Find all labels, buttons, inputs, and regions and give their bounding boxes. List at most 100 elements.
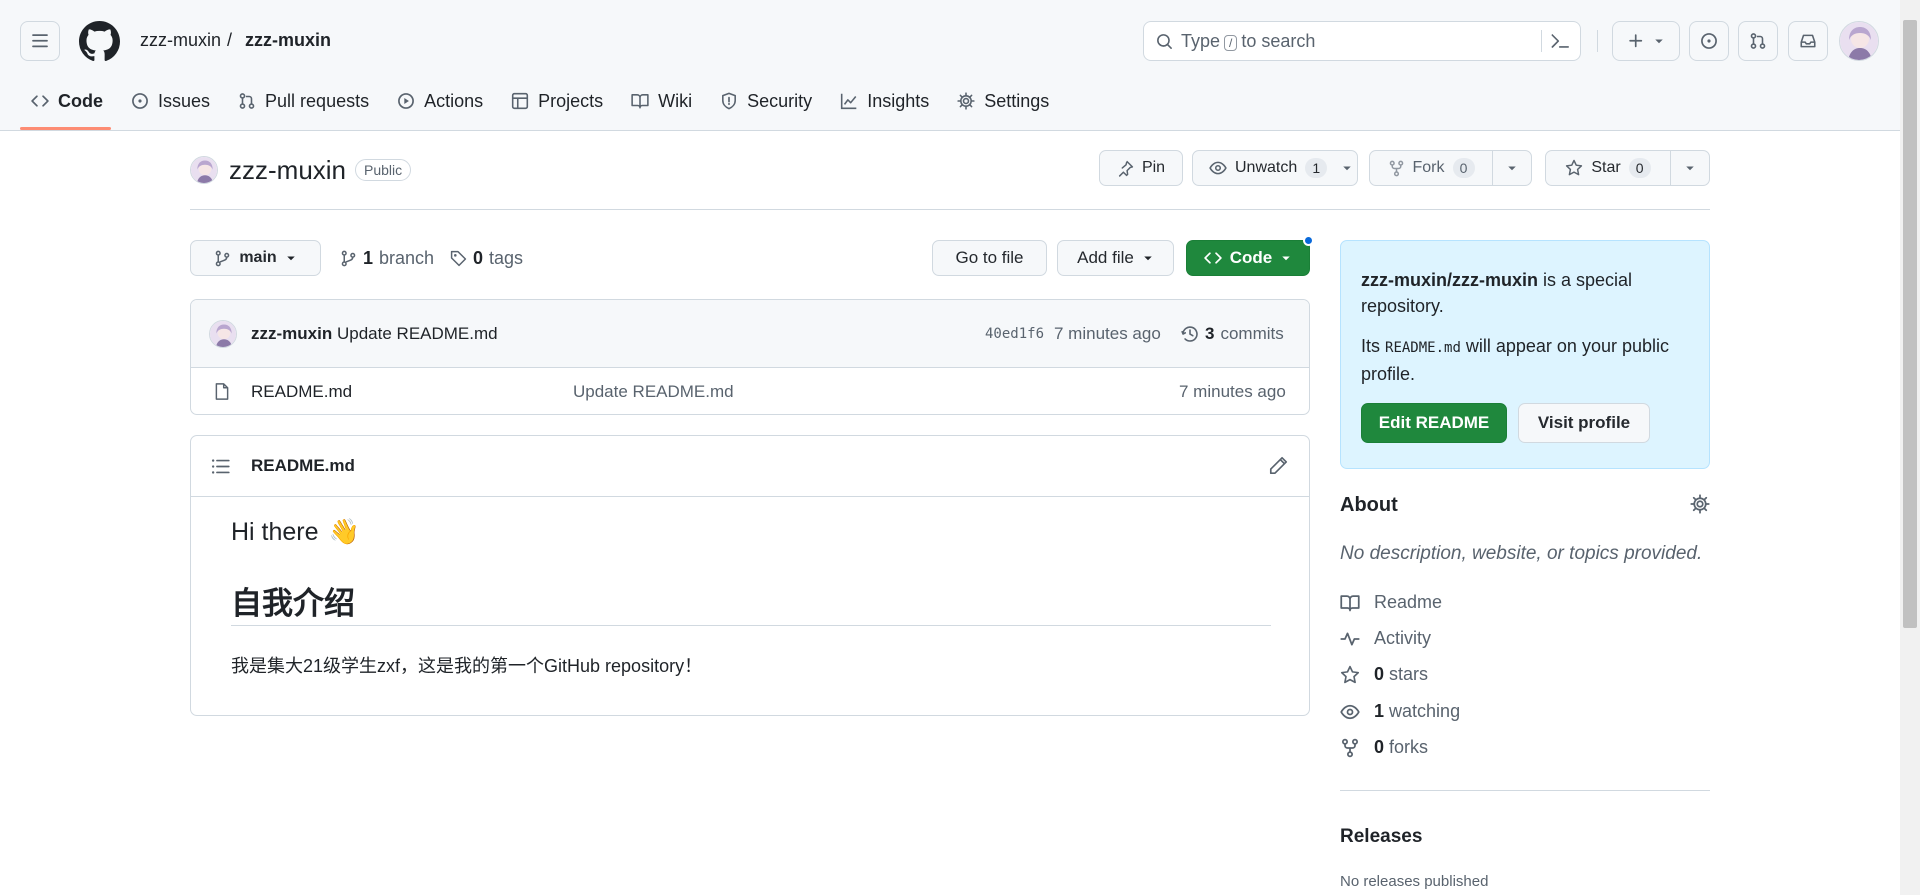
- commit-author[interactable]: zzz-muxin: [251, 324, 332, 344]
- tab-issues[interactable]: Issues: [120, 84, 221, 118]
- repo-owner-avatar[interactable]: [190, 156, 218, 184]
- about-stars-text: 0 stars: [1374, 664, 1428, 685]
- tab-settings-label: Settings: [984, 90, 1050, 111]
- user-avatar[interactable]: [1839, 21, 1879, 61]
- breadcrumb-repo[interactable]: zzz-muxin: [245, 30, 331, 51]
- readme-filename[interactable]: README.md: [251, 456, 355, 476]
- search-divider: [1541, 30, 1542, 52]
- tab-pull-requests[interactable]: Pull requests: [227, 84, 380, 118]
- avatar-image-icon: [191, 157, 217, 183]
- repo-title[interactable]: zzz-muxin: [229, 155, 346, 186]
- commit-sha[interactable]: 40ed1f6: [985, 326, 1044, 342]
- fork-button[interactable]: Fork 0: [1369, 150, 1493, 186]
- about-forks-link[interactable]: 0 forks: [1340, 737, 1428, 758]
- create-new-button[interactable]: [1612, 21, 1680, 61]
- commit-author-avatar[interactable]: [209, 320, 237, 348]
- add-file-button[interactable]: Add file: [1057, 240, 1174, 276]
- table-row[interactable]: README.md Update README.md 7 minutes ago: [191, 368, 1309, 414]
- pencil-icon[interactable]: [1269, 456, 1288, 475]
- tab-insights[interactable]: Insights: [829, 84, 940, 118]
- tab-settings[interactable]: Settings: [946, 84, 1060, 118]
- tab-wiki[interactable]: Wiki: [620, 84, 703, 118]
- plus-icon: [1629, 34, 1643, 48]
- branch-select-button[interactable]: main: [190, 240, 321, 276]
- about-watching-link[interactable]: 1 watching: [1340, 701, 1460, 722]
- tag-icon: [450, 250, 467, 267]
- code-button-label: Code: [1229, 248, 1273, 267]
- github-logo-icon[interactable]: [79, 21, 120, 62]
- go-to-file-button[interactable]: Go to file: [932, 240, 1047, 276]
- global-header: zzz-muxin / zzz-muxin Type / to search Cod…: [0, 0, 1900, 131]
- branch-icon: [216, 250, 230, 266]
- tab-insights-label: Insights: [867, 90, 930, 111]
- about-forks-text: 0 forks: [1374, 737, 1428, 758]
- readme-h2-divider: [231, 625, 1271, 626]
- list-icon[interactable]: [211, 457, 230, 476]
- chevron-down-icon: [1686, 166, 1694, 171]
- avatar-image-icon: [210, 321, 236, 347]
- code-button[interactable]: Code: [1186, 240, 1310, 276]
- tab-wiki-label: Wiki: [658, 90, 693, 111]
- commits-link[interactable]: 3 commits: [1181, 324, 1284, 344]
- edit-readme-button[interactable]: Edit README: [1361, 403, 1507, 443]
- code-icon: [1204, 252, 1222, 264]
- about-activity-link[interactable]: Activity: [1340, 628, 1431, 649]
- forks-label: forks: [1389, 737, 1429, 757]
- file-time: 7 minutes ago: [1179, 382, 1286, 401]
- commit-time: 7 minutes ago: [1054, 324, 1161, 343]
- command-palette-icon[interactable]: [1551, 32, 1569, 50]
- readme-h2: 自我介绍: [231, 586, 355, 621]
- commit-message[interactable]: Update README.md: [337, 324, 498, 344]
- branches-link[interactable]: 1 branch: [340, 248, 434, 269]
- tab-security[interactable]: Security: [709, 84, 823, 118]
- watching-label: watching: [1389, 701, 1461, 721]
- file-commit-message[interactable]: Update README.md: [573, 382, 734, 402]
- star-button[interactable]: Star 0: [1545, 150, 1671, 186]
- breadcrumb-owner[interactable]: zzz-muxin: [140, 30, 221, 51]
- commits-count: 3: [1205, 324, 1215, 343]
- latest-commit-row: zzz-muxin Update README.md 40ed1f6 7 min…: [191, 300, 1309, 368]
- unwatch-button[interactable]: Unwatch 1: [1192, 150, 1358, 186]
- pin-button[interactable]: Pin: [1099, 150, 1183, 186]
- file-name[interactable]: README.md: [251, 382, 352, 402]
- branch-icon: [341, 250, 356, 267]
- about-readme-link[interactable]: Readme: [1340, 592, 1442, 613]
- repo-head-divider: [190, 209, 1710, 210]
- chevron-down-icon: [1343, 166, 1351, 171]
- fork-dropdown-button[interactable]: [1492, 150, 1532, 186]
- branch-label: branch: [379, 248, 435, 268]
- pin-label: Pin: [1141, 159, 1166, 176]
- branch-name: main: [239, 249, 277, 266]
- special-file: README.md: [1385, 340, 1461, 356]
- star-dropdown-button[interactable]: [1670, 150, 1710, 186]
- menu-button[interactable]: [20, 21, 60, 61]
- code-icon: [31, 95, 49, 107]
- stars-label: stars: [1389, 664, 1429, 684]
- tags-link[interactable]: 0 tags: [450, 248, 523, 269]
- star-icon: [1340, 665, 1360, 683]
- stars-count: 0: [1374, 664, 1385, 684]
- visibility-badge: Public: [355, 159, 412, 181]
- visit-profile-button[interactable]: Visit profile: [1518, 403, 1650, 443]
- hamburger-icon: [32, 34, 48, 48]
- scrollbar-thumb[interactable]: [1903, 20, 1917, 628]
- tab-projects[interactable]: Projects: [500, 84, 614, 118]
- history-icon: [1181, 326, 1198, 342]
- issues-button[interactable]: [1689, 21, 1729, 61]
- pull-request-icon: [1750, 33, 1766, 49]
- search-input[interactable]: Type / to search: [1143, 21, 1581, 61]
- star-counter: 0: [1628, 158, 1651, 178]
- chevron-down-icon: [1144, 256, 1152, 261]
- gear-icon[interactable]: [1690, 494, 1710, 514]
- pull-requests-button[interactable]: [1738, 21, 1778, 61]
- about-stars-link[interactable]: 0 stars: [1340, 664, 1428, 685]
- releases-heading[interactable]: Releases: [1340, 826, 1422, 848]
- sidebar-divider: [1340, 790, 1710, 791]
- graph-icon: [841, 93, 857, 110]
- inbox-button[interactable]: [1788, 21, 1828, 61]
- add-file-label: Add file: [1077, 248, 1134, 267]
- tab-actions[interactable]: Actions: [386, 84, 494, 118]
- tag-count: 0: [473, 248, 484, 268]
- tab-code[interactable]: Code: [20, 84, 114, 118]
- star-label: Star: [1591, 159, 1621, 176]
